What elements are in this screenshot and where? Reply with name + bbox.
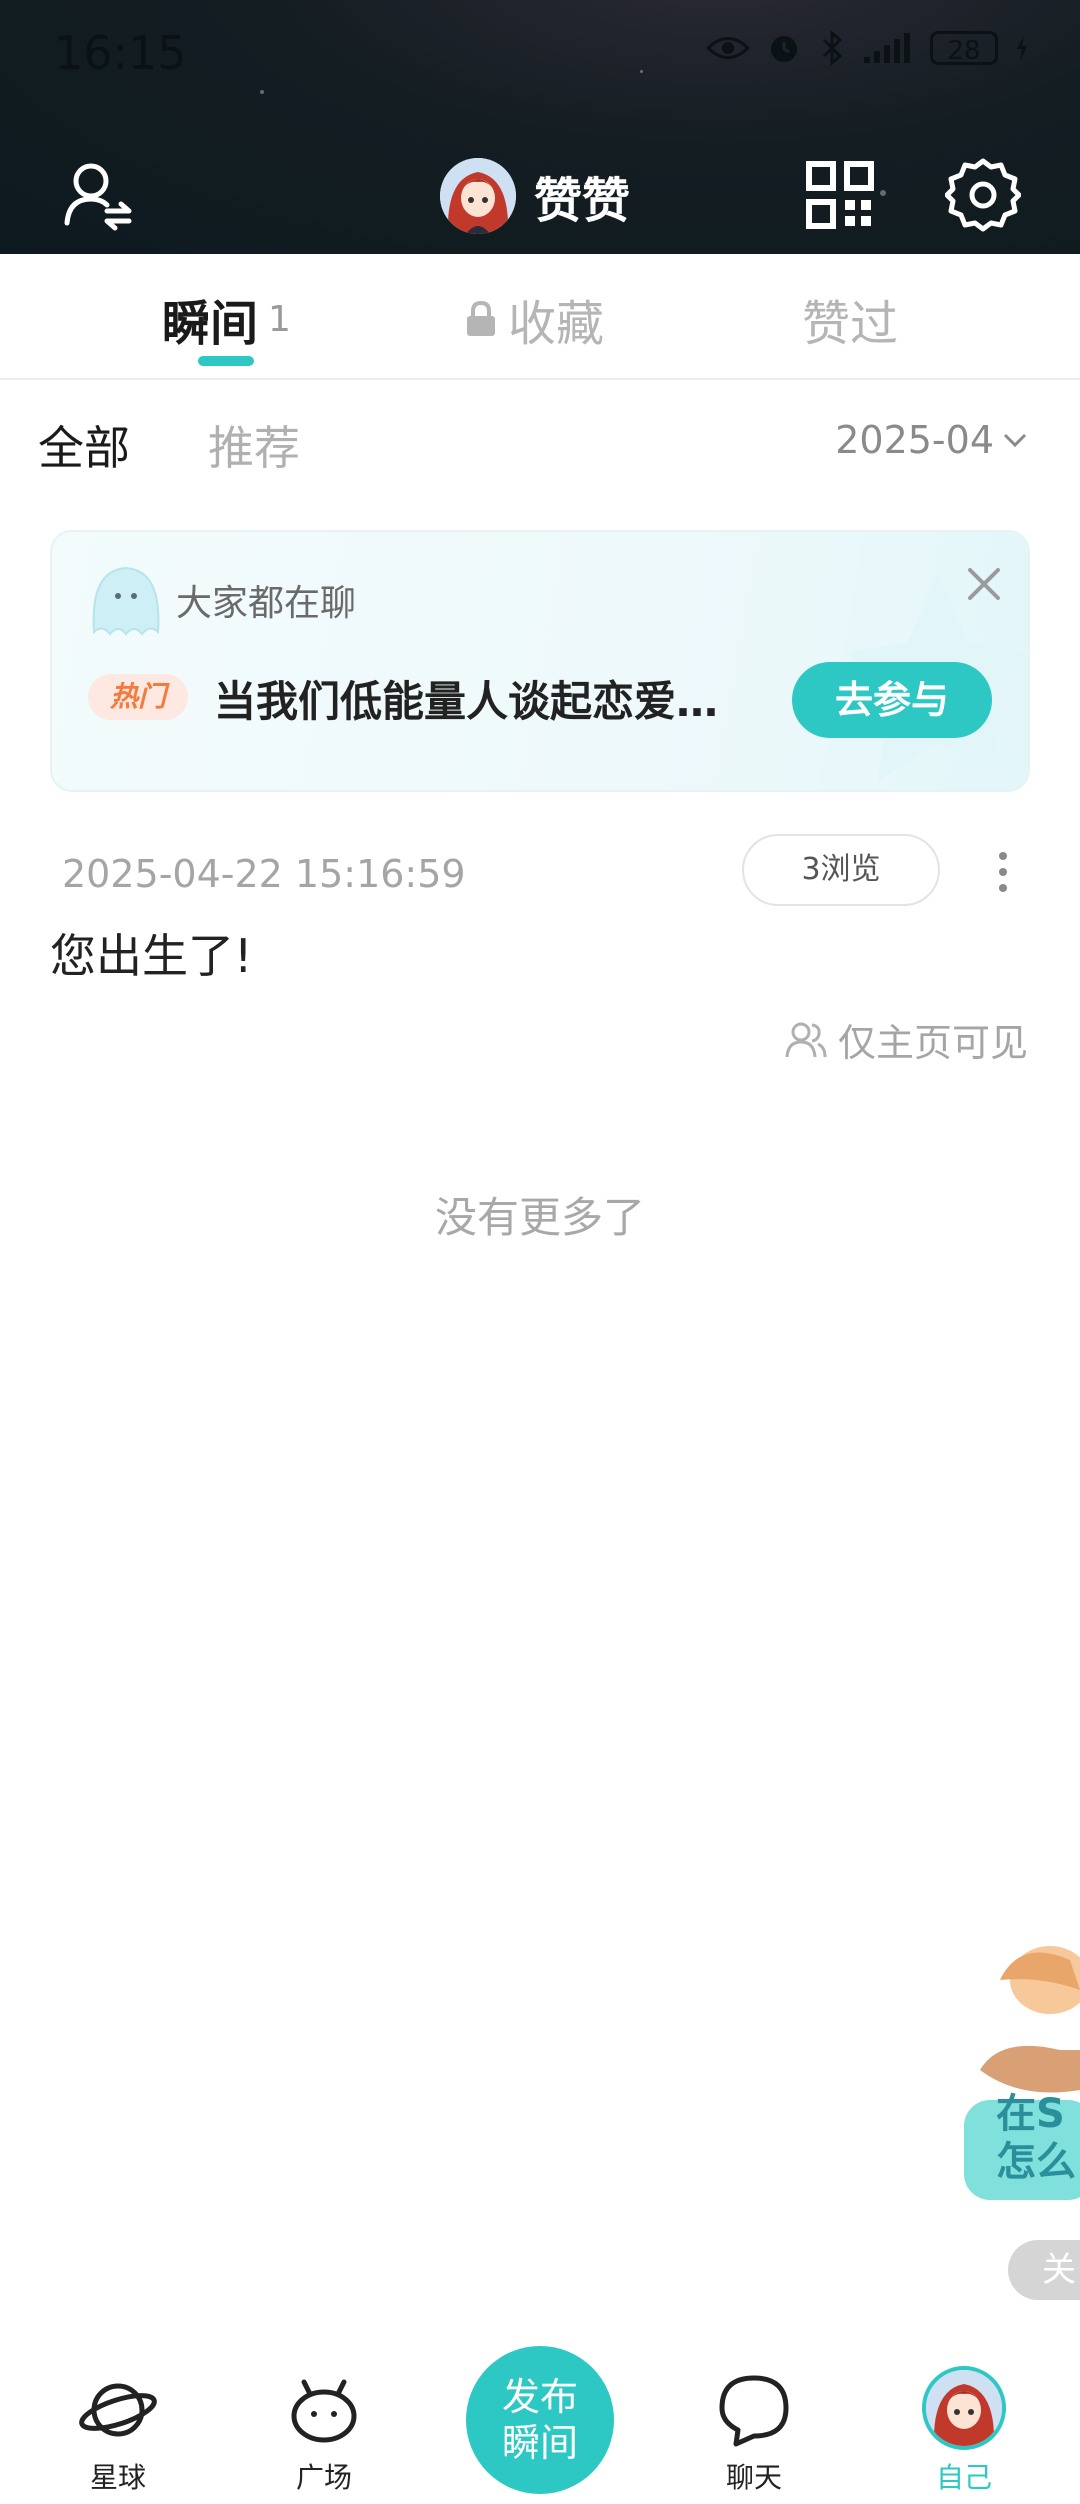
nav-chat[interactable]: 聊天 — [684, 2330, 824, 2504]
bluetooth-icon — [822, 30, 843, 66]
header-nav: 赞赞 — [0, 150, 1080, 250]
tab-moments[interactable]: 瞬间 1 — [162, 284, 291, 354]
nav-label: 广场 — [295, 2461, 352, 2494]
tab-label: 收藏 — [508, 296, 605, 352]
alarm-icon — [771, 36, 797, 62]
filter-recommend[interactable]: 推荐 — [208, 412, 300, 478]
profile-identity[interactable]: 赞赞 — [440, 158, 630, 234]
avatar-image — [440, 158, 516, 234]
signal-icon — [864, 33, 910, 63]
eye-icon — [706, 37, 750, 59]
battery-indicator: 28 — [930, 31, 998, 66]
gear-icon — [945, 158, 1021, 232]
qr-code-button[interactable] — [800, 150, 880, 240]
username: 赞赞 — [534, 173, 631, 229]
post-text: 您出生了! — [50, 929, 253, 983]
visibility-label: 仅主页可见 — [784, 1012, 1028, 1067]
tab-liked[interactable]: 赞过 — [802, 284, 898, 354]
planet-icon — [79, 2383, 157, 2437]
end-of-list-text: 没有更多了 — [434, 1193, 645, 1242]
status-bar: 16:15 28 — [0, 0, 1080, 100]
trending-topic-banner[interactable]: 大家都在聊 热门 当我们低能量人谈起恋爱… 去参与 — [50, 530, 1030, 792]
banner-topic[interactable]: 当我们低能量人谈起恋爱… — [214, 668, 718, 729]
hot-badge: 热门 — [88, 674, 188, 720]
square-icon — [291, 2379, 357, 2443]
floating-promo[interactable]: 在S 怎么 — [960, 1940, 1080, 2200]
nav-planet[interactable]: 星球 — [48, 2330, 188, 2504]
nav-square[interactable]: 广场 — [254, 2330, 394, 2504]
publish-line-1: 发布 — [501, 2375, 578, 2419]
date-value: 2025-04 — [835, 418, 994, 462]
status-time: 16:15 — [54, 26, 187, 80]
avatar — [440, 158, 516, 234]
promo-text: 在S 怎么 — [996, 2090, 1076, 2186]
status-icons: 28 — [706, 30, 1030, 66]
banner-label: 大家都在聊 — [176, 583, 357, 624]
charging-icon — [1017, 35, 1027, 61]
content-tabs: 瞬间 1 收藏 赞过 — [0, 254, 1080, 380]
profile-header: 16:15 28 赞赞 — [0, 0, 1080, 254]
active-tab-indicator — [198, 356, 254, 366]
nav-label: 星球 — [89, 2461, 146, 2494]
users-icon — [785, 1022, 827, 1057]
visibility-text: 仅主页可见 — [837, 1021, 1028, 1065]
post-timestamp: 2025-04-22 15:16:59 — [62, 852, 466, 896]
close-icon[interactable] — [964, 564, 1004, 604]
nav-me[interactable]: 自己 — [894, 2330, 1034, 2504]
post-more-button[interactable] — [990, 848, 1016, 900]
ghost-mascot-icon — [92, 566, 160, 636]
tab-label: 赞过 — [802, 296, 899, 352]
tab-favorites[interactable]: 收藏 — [464, 284, 604, 354]
avatar-image — [926, 2370, 1002, 2446]
publish-moment-button[interactable]: 发布 瞬间 — [466, 2346, 614, 2494]
date-selector[interactable]: 2025-04 — [835, 418, 1028, 462]
nav-label: 聊天 — [725, 2461, 782, 2494]
views-badge[interactable]: 3浏览 — [742, 834, 940, 906]
promo-line-1: 在S — [996, 2091, 1065, 2137]
chat-bubble-icon — [719, 2375, 789, 2447]
switch-account-button[interactable] — [54, 150, 144, 240]
nav-label: 自己 — [935, 2461, 992, 2494]
settings-button[interactable] — [938, 150, 1028, 240]
more-vertical-icon — [999, 852, 1007, 892]
publish-line-2: 瞬间 — [501, 2421, 578, 2465]
tab-count: 1 — [268, 298, 291, 340]
tab-label: 瞬间 — [162, 296, 259, 352]
join-button[interactable]: 去参与 — [792, 662, 992, 738]
lock-icon — [467, 300, 495, 336]
promo-close-button[interactable]: 关 — [1008, 2240, 1080, 2300]
filter-all[interactable]: 全部 — [38, 412, 130, 478]
promo-line-2: 怎么 — [996, 2139, 1076, 2185]
nav-avatar — [922, 2366, 1006, 2450]
chevron-down-icon — [1003, 433, 1027, 448]
qr-code-icon — [806, 161, 874, 229]
switch-account-icon — [64, 163, 132, 231]
